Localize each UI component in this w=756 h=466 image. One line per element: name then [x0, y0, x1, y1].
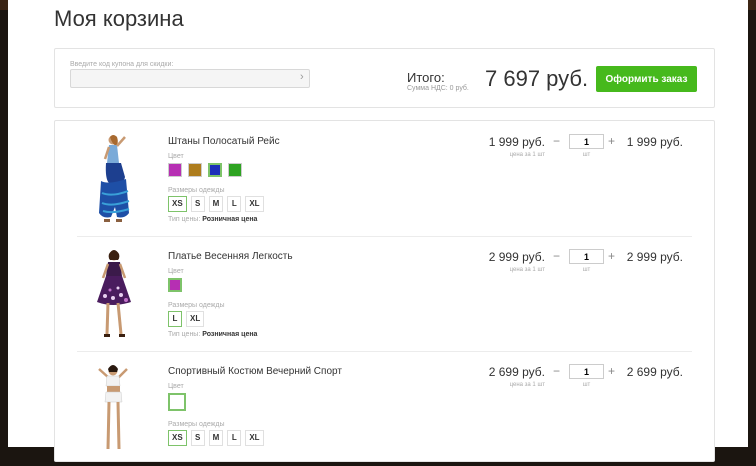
- unit-price: 2 699 руб.: [488, 365, 545, 379]
- total-label: Итого:: [407, 70, 445, 85]
- product-image: [99, 135, 130, 222]
- color-swatch-selected[interactable]: [208, 163, 222, 177]
- size-option-selected[interactable]: XS: [168, 430, 187, 446]
- quantity-unit: шт: [582, 382, 591, 388]
- size-option[interactable]: L: [227, 196, 242, 212]
- product-image: [98, 365, 128, 450]
- item-divider: [77, 351, 692, 352]
- line-total: 2 999 руб.: [626, 250, 683, 264]
- size-options: XS S M L XL: [168, 196, 268, 212]
- price-type-value: Розничная цена: [202, 216, 258, 223]
- decrease-quantity-button[interactable]: −: [553, 249, 560, 263]
- price-type: Тип цены: Розничная цена: [168, 216, 257, 223]
- unit-price-caption: цена за 1 шт: [509, 152, 545, 158]
- decrease-quantity-button[interactable]: −: [553, 134, 560, 148]
- color-label: Цвет: [168, 153, 184, 160]
- cart-item: Спортивный Костюм Вечерний Спорт Цвет Ра…: [55, 351, 714, 466]
- color-swatches: [168, 278, 188, 292]
- cart-item: Платье Весенняя Легкость Цвет Размеры од…: [55, 236, 714, 351]
- coupon-input[interactable]: [70, 69, 310, 88]
- color-label: Цвет: [168, 383, 184, 390]
- cart-items-panel: Штаны Полосатый Рейс Цвет Размеры одежды…: [54, 120, 715, 462]
- price-type-value: Розничная цена: [202, 331, 258, 338]
- quantity-input[interactable]: [569, 364, 604, 379]
- size-option[interactable]: XL: [245, 430, 264, 446]
- decrease-quantity-button[interactable]: −: [553, 364, 560, 378]
- line-total: 2 699 руб.: [626, 365, 683, 379]
- size-options: XS S M L XL: [168, 430, 268, 446]
- size-option-selected[interactable]: XS: [168, 196, 187, 212]
- unit-price-caption: цена за 1 шт: [509, 267, 545, 273]
- increase-quantity-button[interactable]: +: [608, 364, 615, 378]
- color-swatch-selected[interactable]: [168, 393, 186, 411]
- sizes-label: Размеры одежды: [168, 302, 225, 309]
- size-options: L XL: [168, 311, 208, 327]
- order-summary-panel: Введите код купона для скидки: › Итого: …: [54, 48, 715, 108]
- color-swatches: [168, 393, 192, 411]
- size-option[interactable]: S: [190, 430, 205, 446]
- color-swatch[interactable]: [188, 163, 202, 177]
- item-divider: [77, 236, 692, 237]
- line-total: 1 999 руб.: [626, 135, 683, 149]
- size-option-selected[interactable]: L: [168, 311, 182, 327]
- product-name[interactable]: Платье Весенняя Легкость: [168, 251, 293, 262]
- page-title: Моя корзина: [54, 6, 184, 31]
- increase-quantity-button[interactable]: +: [608, 249, 615, 263]
- color-swatch-selected[interactable]: [168, 278, 182, 292]
- color-swatches: [168, 163, 248, 177]
- color-label: Цвет: [168, 268, 184, 275]
- color-swatch[interactable]: [228, 163, 242, 177]
- price-type-label: Тип цены:: [168, 216, 201, 223]
- vat-text: Сумма НДС: 0 руб.: [407, 85, 469, 92]
- size-option[interactable]: L: [227, 430, 242, 446]
- product-name[interactable]: Спортивный Костюм Вечерний Спорт: [168, 366, 342, 377]
- color-swatch[interactable]: [168, 163, 182, 177]
- increase-quantity-button[interactable]: +: [608, 134, 615, 148]
- coupon-apply-icon[interactable]: ›: [300, 71, 304, 83]
- checkout-button[interactable]: Оформить заказ: [596, 66, 697, 92]
- unit-price: 2 999 руб.: [488, 250, 545, 264]
- size-option[interactable]: M: [208, 196, 224, 212]
- cart-page: Моя корзина Введите код купона для скидк…: [8, 0, 748, 462]
- sizes-label: Размеры одежды: [168, 187, 225, 194]
- order-total: 7 697 руб.: [485, 66, 589, 91]
- quantity-input[interactable]: [569, 134, 604, 149]
- quantity-unit: шт: [582, 267, 591, 273]
- quantity-unit: шт: [582, 152, 591, 158]
- size-option[interactable]: M: [208, 430, 224, 446]
- product-name[interactable]: Штаны Полосатый Рейс: [168, 136, 280, 147]
- quantity-input[interactable]: [569, 249, 604, 264]
- unit-price: 1 999 руб.: [488, 135, 545, 149]
- coupon-label: Введите код купона для скидки:: [70, 61, 174, 68]
- unit-price-caption: цена за 1 шт: [509, 382, 545, 388]
- sizes-label: Размеры одежды: [168, 421, 225, 428]
- product-image: [97, 250, 131, 337]
- size-option[interactable]: XL: [245, 196, 264, 212]
- size-option[interactable]: S: [190, 196, 205, 212]
- cart-item: Штаны Полосатый Рейс Цвет Размеры одежды…: [55, 121, 714, 236]
- price-type-label: Тип цены:: [168, 331, 201, 338]
- size-option[interactable]: XL: [186, 311, 205, 327]
- price-type: Тип цены: Розничная цена: [168, 331, 257, 338]
